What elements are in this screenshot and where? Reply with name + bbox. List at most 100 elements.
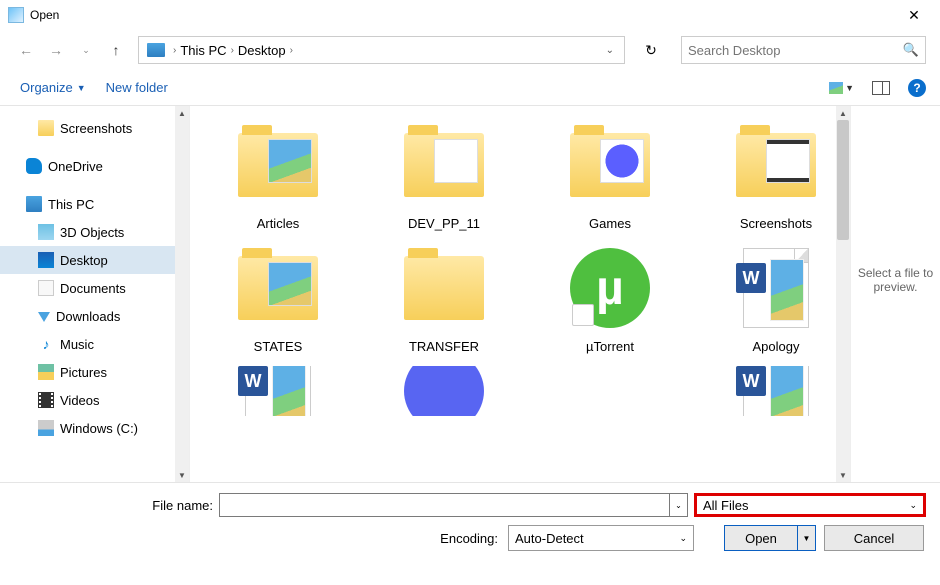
refresh-button[interactable]: ↻ [635, 36, 667, 64]
chevron-down-icon: ▼ [77, 83, 86, 93]
open-split-dropdown[interactable]: ▼ [797, 526, 815, 550]
search-icon[interactable]: 🔍 [903, 42, 919, 58]
scroll-down-icon[interactable]: ▼ [175, 468, 189, 482]
scrollbar-thumb[interactable] [837, 120, 849, 240]
filename-input[interactable] [219, 493, 670, 517]
preview-pane-button[interactable] [872, 81, 890, 95]
file-item-screenshots[interactable]: Screenshots [708, 120, 844, 231]
open-button[interactable]: Open ▼ [724, 525, 816, 551]
sidebar-item-label: Videos [60, 393, 100, 408]
sidebar-item-label: Music [60, 337, 94, 352]
chevron-down-icon: ⌄ [679, 533, 687, 544]
sidebar-item-label: Downloads [56, 309, 120, 324]
file-label: µTorrent [586, 339, 634, 354]
file-item-utorrent[interactable]: µ µTorrent [542, 243, 678, 354]
forward-button[interactable]: → [44, 38, 68, 62]
sidebar-item-screenshots[interactable]: Screenshots [0, 114, 189, 142]
filetype-dropdown[interactable]: All Files ⌄ [694, 493, 926, 517]
recent-chevron[interactable]: ⌄ [74, 38, 98, 62]
word-doc-icon: W [743, 366, 809, 416]
encoding-dropdown[interactable]: Auto-Detect ⌄ [508, 525, 694, 551]
back-button[interactable]: ← [14, 38, 38, 62]
file-item-devpp11[interactable]: DEV_PP_11 [376, 120, 512, 231]
thispc-icon [26, 196, 42, 212]
sidebar-item-desktop[interactable]: Desktop [0, 246, 189, 274]
open-label: Open [725, 531, 797, 546]
crumb-desktop[interactable]: Desktop [238, 43, 286, 58]
close-button[interactable]: ✕ [896, 5, 932, 25]
file-item-articles[interactable]: Articles [210, 120, 346, 231]
toolbar: Organize ▼ New folder ▼ ? [0, 70, 940, 106]
sidebar-item-thispc[interactable]: This PC [0, 190, 189, 218]
preview-pane: Select a file to preview. [850, 106, 940, 482]
sidebar-item-label: OneDrive [48, 159, 103, 174]
sidebar-item-label: Documents [60, 281, 126, 296]
titlebar: Open ✕ [0, 0, 940, 30]
folder-icon [404, 256, 484, 320]
sidebar-item-onedrive[interactable]: OneDrive [0, 152, 189, 180]
search-box[interactable]: 🔍 [681, 36, 926, 64]
filetype-label: All Files [703, 498, 749, 513]
encoding-label: Encoding: [440, 531, 498, 546]
folder-icon [238, 133, 318, 197]
sidebar-item-videos[interactable]: Videos [0, 386, 189, 414]
filename-history-dropdown[interactable]: ⌄ [670, 493, 688, 517]
scroll-up-icon[interactable]: ▲ [175, 106, 189, 120]
navbar: ← → ⌄ ↑ › This PC › Desktop › ⌄ ↻ 🔍 [0, 30, 940, 70]
word-doc-icon: W [743, 248, 809, 328]
organize-label: Organize [20, 80, 73, 95]
file-label: STATES [254, 339, 303, 354]
chevron-down-icon: ⌄ [909, 500, 917, 511]
sidebar-item-drive-c[interactable]: Windows (C:) [0, 414, 189, 442]
breadcrumb-dropdown[interactable]: ⌄ [600, 45, 620, 56]
sidebar-item-3dobjects[interactable]: 3D Objects [0, 218, 189, 246]
file-label: Games [589, 216, 631, 231]
crumb-thispc[interactable]: This PC [180, 43, 226, 58]
file-item-apology[interactable]: W Apology [708, 243, 844, 354]
encoding-value: Auto-Detect [515, 531, 584, 546]
sidebar-item-downloads[interactable]: Downloads [0, 302, 189, 330]
footer: File name: ⌄ All Files ⌄ Encoding: Auto-… [0, 482, 940, 563]
file-label: Apology [753, 339, 800, 354]
file-label: Screenshots [740, 216, 812, 231]
scroll-down-icon[interactable]: ▼ [836, 468, 850, 482]
music-icon: ♪ [38, 336, 54, 352]
up-button[interactable]: ↑ [104, 38, 128, 62]
file-item-partial-1[interactable]: W [210, 366, 346, 422]
sidebar-item-label: Desktop [60, 253, 108, 268]
help-button[interactable]: ? [908, 79, 926, 97]
folder-icon [736, 133, 816, 197]
breadcrumb[interactable]: › This PC › Desktop › ⌄ [138, 36, 625, 64]
utorrent-icon: µ [570, 248, 650, 328]
sidebar: Screenshots OneDrive This PC 3D Objects … [0, 106, 190, 482]
file-item-transfer[interactable]: TRANSFER [376, 243, 512, 354]
folder-icon [238, 256, 318, 320]
cancel-button[interactable]: Cancel [824, 525, 924, 551]
chevron-right-icon: › [290, 45, 293, 56]
search-input[interactable] [688, 43, 903, 58]
view-mode-button[interactable]: ▼ [829, 82, 854, 94]
new-folder-button[interactable]: New folder [100, 76, 174, 99]
sidebar-scrollbar[interactable]: ▲ ▼ [175, 106, 189, 482]
discord-icon [404, 366, 484, 416]
grid-scrollbar[interactable]: ▲ ▼ [836, 106, 850, 482]
chevron-down-icon: ▼ [845, 83, 854, 93]
videos-icon [38, 392, 54, 408]
folder-icon [404, 133, 484, 197]
file-item-games[interactable]: Games [542, 120, 678, 231]
sidebar-item-pictures[interactable]: Pictures [0, 358, 189, 386]
organize-button[interactable]: Organize ▼ [14, 76, 92, 99]
file-item-partial-2[interactable] [376, 366, 512, 422]
file-item-partial-3[interactable]: W [708, 366, 844, 422]
sidebar-item-label: 3D Objects [60, 225, 124, 240]
file-item-states[interactable]: STATES [210, 243, 346, 354]
file-label: DEV_PP_11 [408, 216, 480, 231]
desktop-icon [38, 252, 54, 268]
sidebar-item-label: Pictures [60, 365, 107, 380]
scroll-up-icon[interactable]: ▲ [836, 106, 850, 120]
folder-icon [38, 120, 54, 136]
sidebar-item-music[interactable]: ♪ Music [0, 330, 189, 358]
cancel-label: Cancel [854, 531, 894, 546]
preview-placeholder: Select a file to preview. [851, 266, 940, 294]
sidebar-item-documents[interactable]: Documents [0, 274, 189, 302]
